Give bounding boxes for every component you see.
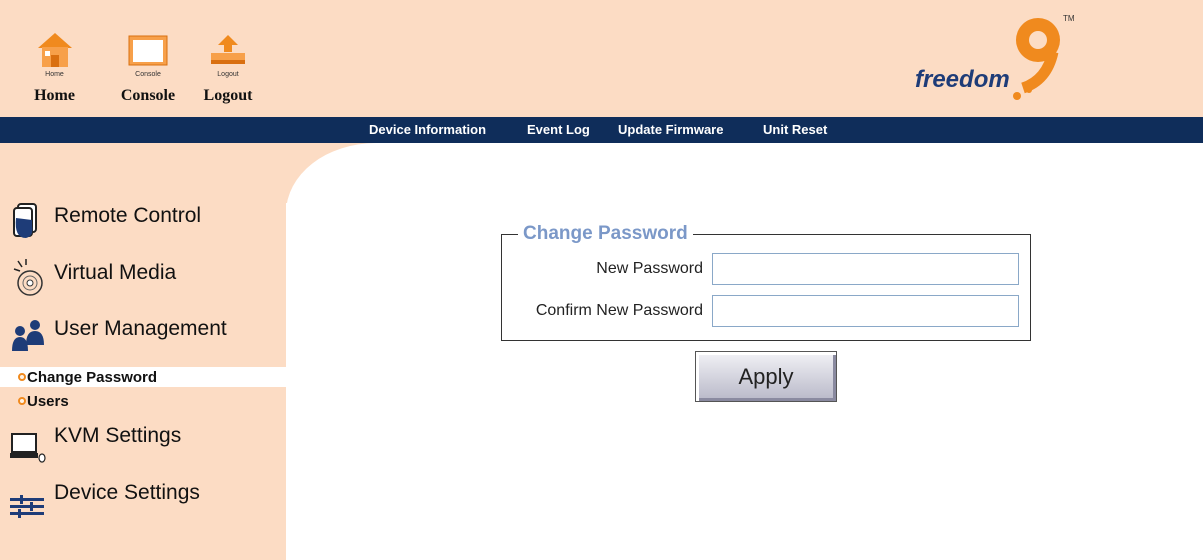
subitem-change-password-label: Change Password (27, 368, 158, 386)
change-password-legend: Change Password (518, 223, 693, 245)
sidebar-label-remote-control: Remote Control (54, 204, 202, 227)
virtual-media-icon (10, 257, 46, 297)
sidebar-label-kvm-settings: KVM Settings (54, 424, 182, 447)
logout-label[interactable]: Logout (204, 87, 253, 105)
device-settings-icon (10, 477, 46, 518)
new-password-label: New Password (596, 260, 703, 277)
console-small-label: Console (135, 71, 161, 78)
console-nav[interactable]: Console Console (112, 0, 184, 105)
sidebar-label-device-settings: Device Settings (54, 481, 200, 504)
sidebar-item-remote-control[interactable]: Remote Control (10, 200, 201, 240)
user-management-icon (10, 313, 46, 353)
home-label[interactable]: Home (34, 87, 75, 105)
logo-text: freedom (915, 66, 1010, 93)
menu-update-firmware[interactable]: Update Firmware (618, 122, 723, 137)
logo-tm: TM (1063, 14, 1075, 23)
new-password-input[interactable] (712, 253, 1019, 285)
logout-small-label: Logout (217, 71, 239, 78)
kvm-settings-icon (10, 420, 46, 463)
apply-button[interactable]: Apply (695, 351, 837, 402)
home-small-label: Home (45, 71, 64, 78)
sidebar-curve-decoration (286, 143, 466, 283)
sidebar-label-user-management: User Management (54, 317, 227, 340)
top-menubar: Device Information Event Log Update Firm… (0, 117, 1203, 143)
bullet-icon (18, 373, 26, 381)
logout-icon[interactable] (203, 20, 253, 70)
freedom9-logo: freedom TM (905, 8, 1075, 108)
console-icon[interactable] (123, 20, 173, 70)
menu-event-log[interactable]: Event Log (527, 122, 590, 137)
header: Home Home Console Console Logout Logout (0, 0, 1203, 117)
home-nav[interactable]: Home Home (27, 0, 82, 105)
confirm-password-input[interactable] (712, 295, 1019, 327)
console-label[interactable]: Console (121, 87, 175, 105)
logout-nav[interactable]: Logout Logout (196, 0, 260, 105)
subitem-change-password[interactable]: Change Password (0, 367, 286, 387)
bullet-icon (18, 397, 26, 405)
menu-unit-reset[interactable]: Unit Reset (763, 122, 827, 137)
sidebar-item-user-management[interactable]: User Management (10, 313, 227, 353)
subitem-users-label: Users (27, 392, 69, 410)
sidebar-item-device-settings[interactable]: Device Settings (10, 477, 200, 518)
menu-device-information[interactable]: Device Information (369, 122, 486, 137)
subitem-users[interactable]: Users (0, 391, 286, 411)
confirm-password-label: Confirm New Password (535, 302, 703, 319)
remote-control-icon (10, 200, 46, 240)
home-icon[interactable] (30, 20, 80, 70)
sidebar-label-virtual-media: Virtual Media (54, 261, 177, 284)
sidebar-item-virtual-media[interactable]: Virtual Media (10, 257, 176, 297)
sidebar-item-kvm-settings[interactable]: KVM Settings (10, 420, 182, 463)
